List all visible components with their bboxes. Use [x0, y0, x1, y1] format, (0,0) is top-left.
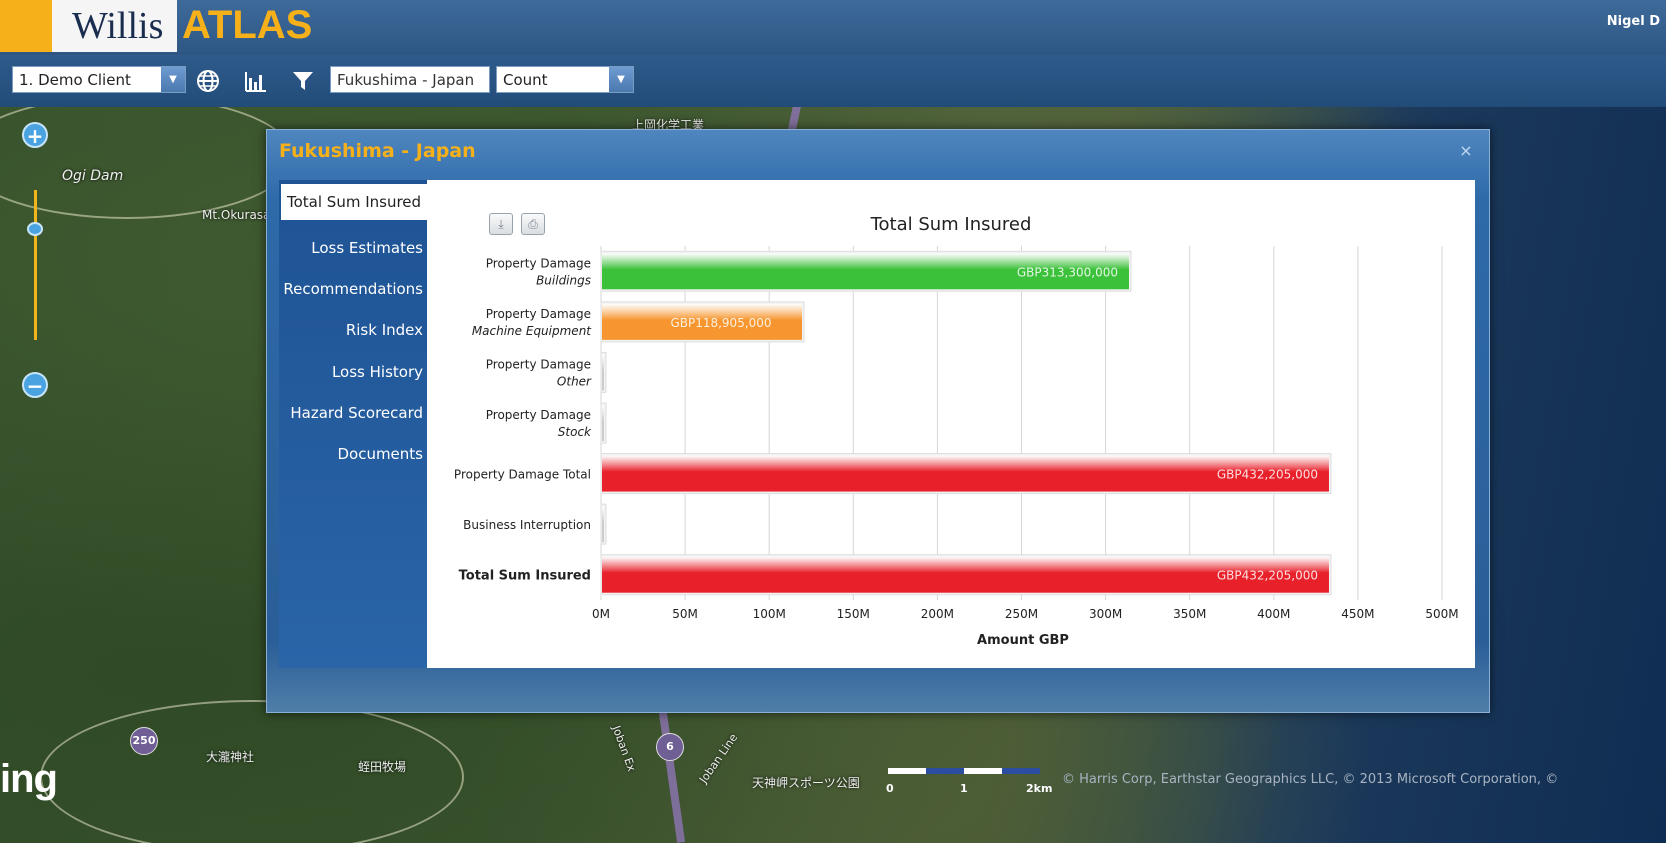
map-label-ranch: 蛭田牧場: [358, 760, 407, 774]
y-category-label: Property Damage Total: [454, 468, 591, 482]
chart-area: ⤓ ⎙ Total Sum Insured Amount GBP 0M 50M 10…: [427, 180, 1475, 668]
route-marker-250: 250: [130, 727, 158, 755]
x-tick-label: 350M: [1173, 607, 1206, 621]
y-category-sublabel: Other: [557, 374, 592, 388]
tab-total-sum-insured[interactable]: Total Sum Insured: [281, 184, 427, 220]
scale-label-1: 1: [960, 782, 968, 795]
user-name[interactable]: Nigel D: [1607, 14, 1660, 29]
bar-data-label: GBP313,300,000: [1017, 265, 1118, 279]
app-header: Willis ATLAS Nigel D: [0, 0, 1666, 55]
map-label-shrine: 大瀧神社: [206, 750, 255, 764]
x-tick-label: 300M: [1089, 607, 1122, 621]
bar-data-label: GBP432,205,000: [1217, 468, 1318, 482]
bing-logo: ing: [0, 757, 58, 801]
metric-select-value: Count: [503, 71, 548, 89]
road: [0, 95, 294, 219]
map-label-joban-ex: Joban Ex: [609, 723, 639, 774]
dialog-body: Total Sum Insured Loss Estimates Recomme…: [279, 180, 1475, 668]
y-category-label: Property Damage: [486, 307, 591, 321]
metric-select[interactable]: Count ▼: [496, 66, 634, 93]
logo-square: [0, 0, 52, 52]
x-tick-label: 500M: [1425, 607, 1458, 621]
map-scale-bar: [888, 768, 1040, 774]
bar-data-label: GBP432,205,000: [1217, 569, 1318, 583]
x-tick-label: 400M: [1257, 607, 1290, 621]
y-category-sublabel: Machine Equipment: [472, 324, 592, 338]
tab-risk-index[interactable]: Risk Index: [346, 321, 423, 339]
bar-data-label: GBP118,905,000: [670, 316, 771, 330]
map-label-ogi-dam: Ogi Dam: [62, 168, 124, 184]
chevron-down-icon[interactable]: ▼: [161, 67, 185, 92]
download-icon[interactable]: ⤓: [489, 213, 513, 235]
zoom-slider-thumb[interactable]: [27, 222, 43, 236]
client-select[interactable]: 1. Demo Client ▼: [12, 66, 186, 93]
y-category-label: Business Interruption: [463, 518, 591, 532]
x-tick-label: 100M: [753, 607, 786, 621]
zoom-slider-track[interactable]: [34, 190, 37, 340]
x-tick-label: 0M: [592, 607, 610, 621]
toolbar: 1. Demo Client ▼ Fukushima - Japan Count…: [0, 55, 1666, 107]
logo-willis: Willis: [72, 5, 164, 47]
chart-title: Total Sum Insured: [870, 214, 1032, 235]
zoom-in-button[interactable]: +: [22, 122, 48, 148]
dialog-tab-list: Total Sum Insured Loss Estimates Recomme…: [279, 180, 427, 668]
location-dialog: Fukushima - Japan × Total Sum Insured Lo…: [266, 129, 1490, 713]
y-category-label: Property Damage: [486, 357, 591, 371]
logo-atlas: ATLAS: [182, 3, 313, 47]
map-label-joban-line: Joban Line: [696, 731, 741, 786]
zoom-out-button[interactable]: −: [22, 372, 48, 398]
globe-icon[interactable]: [193, 67, 223, 95]
y-category-label: Property Damage: [486, 256, 591, 270]
x-tick-label: 450M: [1341, 607, 1374, 621]
bar-chart: Total Sum Insured Amount GBP 0M 50M 100M 15…: [454, 214, 1459, 648]
y-category-label: Total Sum Insured: [459, 569, 591, 584]
chart-x-axis-label: Amount GBP: [977, 633, 1069, 648]
y-category-label: Property Damage: [486, 408, 591, 422]
x-tick-label: 150M: [837, 607, 870, 621]
print-icon[interactable]: ⎙: [521, 213, 545, 235]
chevron-down-icon[interactable]: ▼: [609, 67, 633, 92]
scale-label-2km: 2km: [1026, 782, 1053, 795]
y-category-sublabel: Stock: [558, 425, 592, 439]
close-icon[interactable]: ×: [1455, 140, 1477, 162]
tab-recommendations[interactable]: Recommendations: [283, 280, 423, 298]
map-copyright: © Harris Corp, Earthstar Geographics LLC…: [1062, 772, 1559, 787]
client-select-value: 1. Demo Client: [19, 71, 131, 89]
dialog-title: Fukushima - Japan: [279, 140, 476, 162]
bar: [602, 354, 604, 391]
location-input[interactable]: Fukushima - Japan: [330, 66, 490, 93]
tab-documents[interactable]: Documents: [337, 445, 423, 463]
bar: [602, 506, 604, 543]
tab-loss-estimates[interactable]: Loss Estimates: [311, 239, 423, 257]
tab-loss-history[interactable]: Loss History: [332, 363, 423, 381]
x-tick-label: 200M: [921, 607, 954, 621]
y-category-sublabel: Buildings: [536, 273, 591, 287]
map-label-park: 天神岬スポーツ公園: [752, 776, 860, 790]
bar-chart-icon[interactable]: [241, 67, 271, 95]
road: [658, 712, 686, 843]
bar: [602, 405, 604, 441]
route-marker-6: 6: [656, 733, 684, 761]
x-tick-label: 50M: [672, 607, 698, 621]
x-tick-label: 250M: [1005, 607, 1038, 621]
tab-hazard-scorecard[interactable]: Hazard Scorecard: [290, 404, 423, 422]
scale-label-0: 0: [886, 782, 894, 795]
filter-icon[interactable]: [288, 67, 318, 95]
